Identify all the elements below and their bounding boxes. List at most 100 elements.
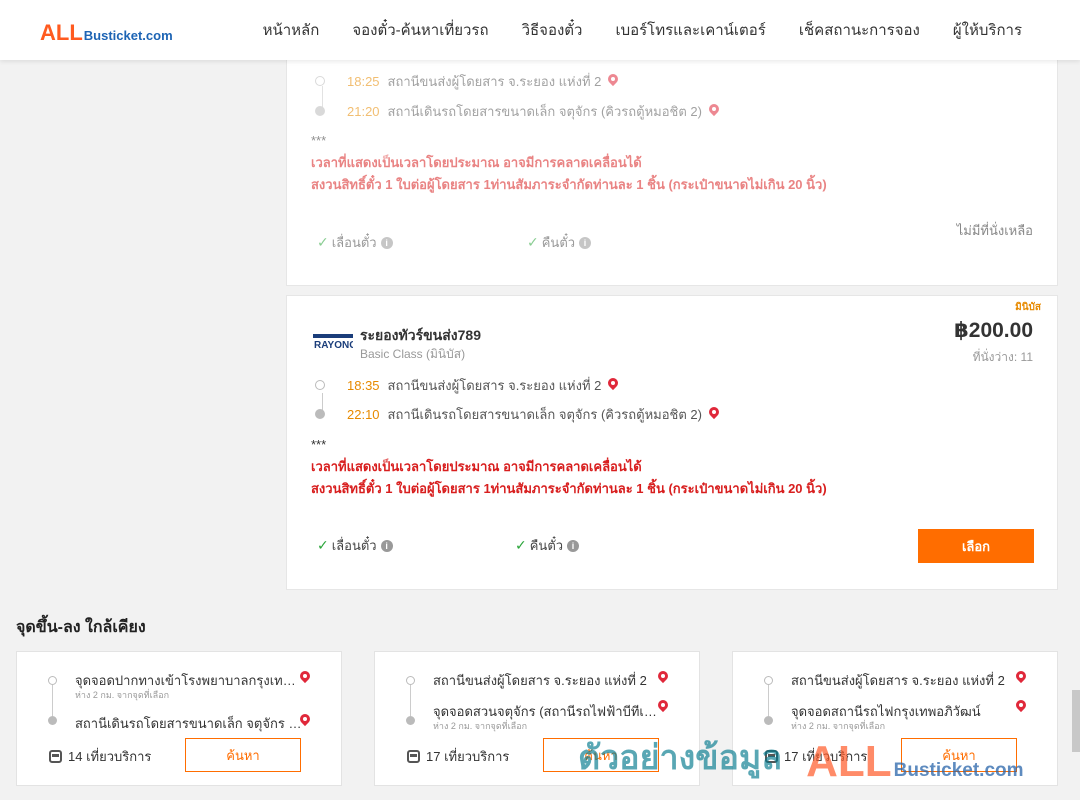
site-header: ALL Busticket.com หน้าหลัก จองตั๋ว-ค้นหา…: [0, 0, 1080, 60]
arrival-stop: 21:20 สถานีเดินรถโดยสารขนาดเล็ก จตุจักร …: [309, 101, 720, 121]
route-line: [768, 685, 769, 716]
nav-home[interactable]: หน้าหลัก: [263, 18, 320, 42]
departure-dot: [315, 76, 325, 86]
ticket-price: ฿200.00: [954, 319, 1033, 342]
feature-reschedule: ✓ เลื่อนตั๋ว i: [317, 535, 393, 556]
info-icon[interactable]: i: [380, 236, 393, 249]
trip-count-label: 14 เที่ยวบริการ: [68, 749, 152, 764]
departure-station: สถานีขนส่งผู้โดยสาร จ.ระยอง แห่งที่ 2: [387, 73, 602, 89]
from-stop: สถานีขนส่งผู้โดยสาร จ.ระยอง แห่งที่ 2: [433, 673, 647, 688]
to-distance: ห่าง 2 กม. จากจุดที่เลือก: [791, 721, 886, 731]
map-pin-icon[interactable]: [1015, 700, 1027, 714]
route-line: [52, 685, 53, 716]
trip-count-label: 17 เที่ยวบริการ: [426, 749, 510, 764]
map-pin-icon[interactable]: [607, 378, 619, 392]
main-nav: หน้าหลัก จองตั๋ว-ค้นหาเที่ยวรถ วิธีจองตั…: [263, 0, 1022, 60]
feature-reschedule-label: เลื่อนตั๋ว: [331, 538, 377, 553]
from-dot: [48, 676, 57, 685]
to-dot: [48, 716, 57, 725]
trip-card: มินิบัส RAYONG ระยองทัวร์ขนส่ง789 Basic …: [286, 295, 1058, 590]
to-dot: [406, 716, 415, 725]
nearby-stops-title: จุดขึ้น-ลง ใกล้เคียง: [16, 619, 146, 636]
note-luggage-policy: สงวนสิทธิ์ตั๋ว 1 ใบต่อผู้โดยสาร 1ท่านสัม…: [311, 481, 827, 496]
bus-icon: [407, 750, 420, 763]
operator-name: ระยองทัวร์ขนส่ง789: [360, 327, 481, 343]
trip-count-label: 17 เที่ยวบริการ: [784, 749, 868, 764]
from-dot: [406, 676, 415, 685]
map-pin-icon[interactable]: [299, 671, 311, 685]
site-logo[interactable]: ALL Busticket.com: [40, 20, 173, 46]
page-scrollbar[interactable]: [1072, 690, 1080, 752]
to-dot: [764, 716, 773, 725]
nav-contact-counters[interactable]: เบอร์โทรและเคาน์เตอร์: [615, 18, 765, 42]
map-pin-icon[interactable]: [657, 700, 669, 714]
trip-count: 14 เที่ยวบริการ: [49, 746, 151, 767]
feature-refund-label: คืนตั๋ว: [529, 538, 564, 553]
note-stars: ***: [311, 133, 327, 148]
map-pin-icon[interactable]: [708, 104, 720, 118]
trip-card-content: 18:25 สถานีขนส่งผู้โดยสาร จ.ระยอง แห่งที…: [287, 52, 1057, 285]
arrival-station: สถานีเดินรถโดยสารขนาดเล็ก จตุจักร (คิวรถ…: [387, 406, 702, 422]
arrival-time: 22:10: [347, 406, 380, 422]
nav-book-search[interactable]: จองตั๋ว-ค้นหาเที่ยวรถ: [352, 18, 488, 42]
from-stop: สถานีขนส่งผู้โดยสาร จ.ระยอง แห่งที่ 2: [791, 673, 1005, 688]
arrival-stop: 22:10 สถานีเดินรถโดยสารขนาดเล็ก จตุจักร …: [309, 404, 720, 424]
map-pin-icon[interactable]: [1015, 671, 1027, 685]
departure-station: สถานีขนส่งผู้โดยสาร จ.ระยอง แห่งที่ 2: [387, 377, 602, 393]
search-button[interactable]: ค้นหา: [901, 738, 1017, 772]
info-icon[interactable]: i: [380, 539, 393, 552]
operator-logo: RAYONG: [313, 334, 353, 350]
arrival-dot: [315, 106, 325, 116]
service-class: Basic Class (มินิบัส): [360, 347, 466, 361]
nav-how-to-book[interactable]: วิธีจองตั๋ว: [522, 18, 583, 42]
trip-card-sold-out: 18:25 สถานีขนส่งผู้โดยสาร จ.ระยอง แห่งที…: [286, 52, 1058, 286]
bus-icon: [49, 750, 62, 763]
trip-count: 17 เที่ยวบริการ: [407, 746, 509, 767]
to-distance: ห่าง 2 กม. จากจุดที่เลือก: [433, 721, 528, 731]
from-dot: [764, 676, 773, 685]
map-pin-icon[interactable]: [657, 671, 669, 685]
note-time-warning: เวลาที่แสดงเป็นเวลาโดยประมาณ อาจมีการคลา…: [311, 155, 642, 170]
search-button[interactable]: ค้นหา: [543, 738, 659, 772]
trip-count: 17 เที่ยวบริการ: [765, 746, 867, 767]
sold-out-status: ไม่มีที่นั่งเหลือ: [956, 223, 1033, 238]
trip-note: *** เวลาที่แสดงเป็นเวลาโดยประมาณ อาจมีกา…: [311, 434, 827, 500]
check-icon: ✓: [527, 234, 539, 250]
note-stars: ***: [311, 437, 327, 452]
from-distance: ห่าง 2 กม. จากจุดที่เลือก: [75, 690, 170, 700]
vehicle-type-badge: มินิบัส: [1015, 302, 1041, 313]
note-time-warning: เวลาที่แสดงเป็นเวลาโดยประมาณ อาจมีการคลา…: [311, 459, 642, 474]
search-button[interactable]: ค้นหา: [185, 738, 301, 772]
feature-refund: ✓ คืนตั๋ว i: [527, 232, 592, 253]
arrival-station: สถานีเดินรถโดยสารขนาดเล็ก จตุจักร (คิวรถ…: [387, 103, 702, 119]
check-icon: ✓: [317, 234, 329, 250]
trip-note: *** เวลาที่แสดงเป็นเวลาโดยประมาณ อาจมีกา…: [311, 130, 827, 196]
bus-icon: [765, 750, 778, 763]
svg-text:RAYONG: RAYONG: [314, 340, 353, 350]
feature-reschedule: ✓ เลื่อนตั๋ว i: [317, 232, 393, 253]
logo-domain-text: Busticket.com: [83, 28, 173, 43]
departure-stop: 18:25 สถานีขนส่งผู้โดยสาร จ.ระยอง แห่งที…: [309, 71, 619, 91]
nearby-route-card: จุดจอดปากทางเข้าโรงพยาบาลกรุงเทพระยอง ห่…: [16, 651, 342, 786]
check-icon: ✓: [515, 537, 527, 553]
departure-time: 18:35: [347, 377, 380, 393]
nearby-route-card: สถานีขนส่งผู้โดยสาร จ.ระยอง แห่งที่ 2 จุ…: [732, 651, 1058, 786]
select-trip-button[interactable]: เลือก: [918, 529, 1034, 563]
map-pin-icon[interactable]: [708, 407, 720, 421]
departure-stop: 18:35 สถานีขนส่งผู้โดยสาร จ.ระยอง แห่งที…: [309, 375, 619, 395]
info-icon[interactable]: i: [579, 236, 592, 249]
route-line: [410, 685, 411, 716]
feature-refund: ✓ คืนตั๋ว i: [515, 535, 580, 556]
arrival-time: 21:20: [347, 103, 380, 119]
logo-all-text: ALL: [40, 20, 83, 45]
map-pin-icon[interactable]: [607, 74, 619, 88]
check-icon: ✓: [317, 537, 329, 553]
nearby-route-card: สถานีขนส่งผู้โดยสาร จ.ระยอง แห่งที่ 2 จุ…: [374, 651, 700, 786]
departure-dot: [315, 380, 325, 390]
departure-time: 18:25: [347, 73, 380, 89]
nav-operators[interactable]: ผู้ให้บริการ: [953, 18, 1022, 42]
nav-check-booking[interactable]: เช็คสถานะการจอง: [799, 18, 920, 42]
map-pin-icon[interactable]: [299, 714, 311, 728]
arrival-dot: [315, 409, 325, 419]
info-icon[interactable]: i: [567, 539, 580, 552]
